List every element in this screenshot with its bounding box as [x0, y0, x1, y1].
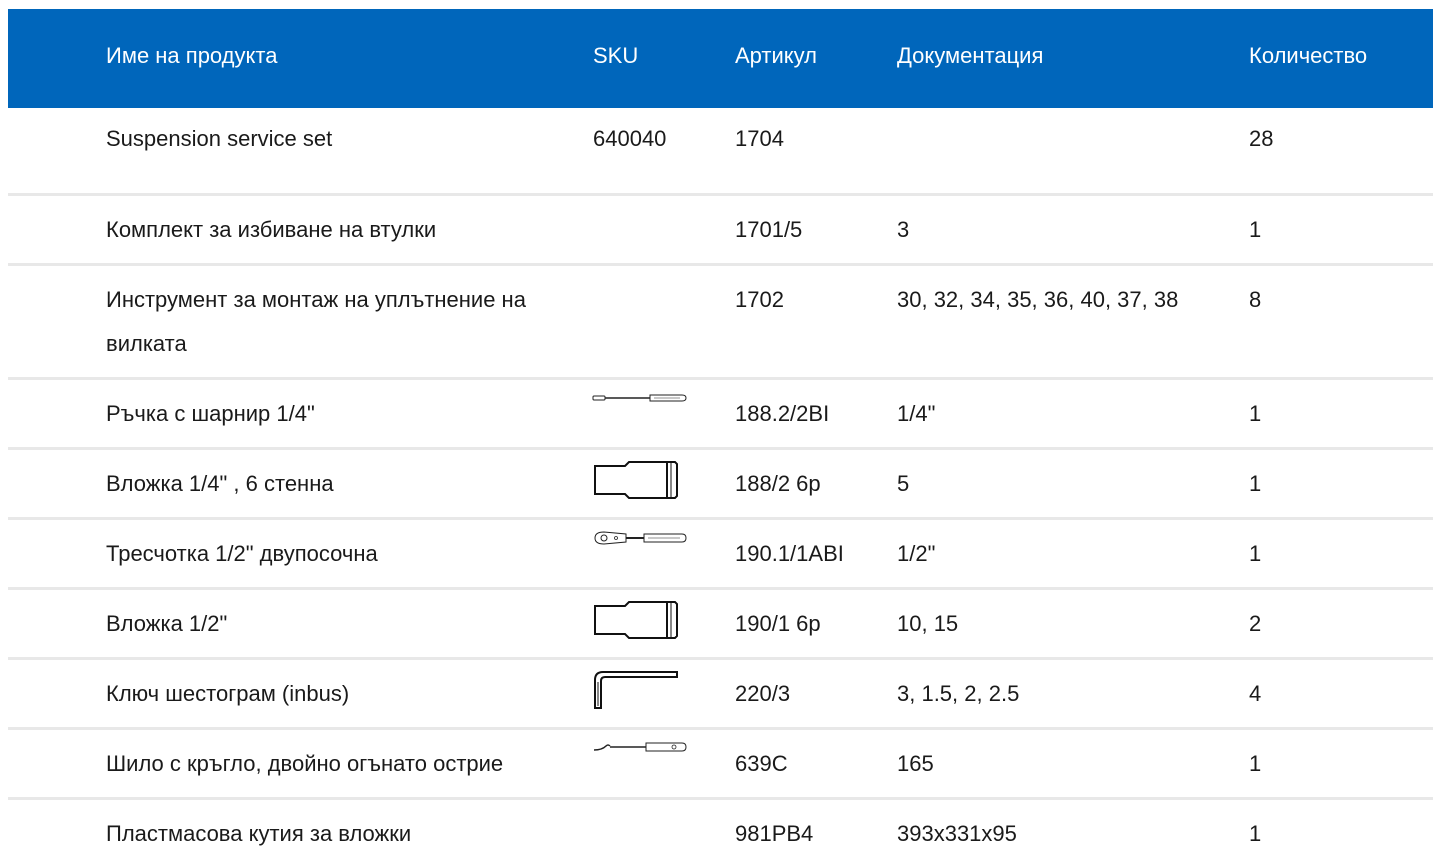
- product-article: 188/2 6p: [735, 471, 821, 496]
- header-sku: SKU: [593, 43, 639, 68]
- product-article: 1702: [735, 287, 784, 312]
- product-sku: 640040: [593, 126, 667, 151]
- product-name[interactable]: Вложка 1/2": [106, 602, 227, 646]
- product-qty: 1: [1249, 401, 1262, 426]
- product-name[interactable]: Ръчка с шарнир 1/4": [106, 392, 315, 436]
- table-row: Вложка 1/2" 190/1 6p 10, 15 2: [8, 590, 1433, 660]
- product-article: 188.2/2BI: [735, 401, 830, 426]
- product-qty: 8: [1249, 287, 1262, 312]
- product-docs: 393x331x95: [897, 821, 1017, 846]
- product-article: 639C: [735, 751, 788, 776]
- header-documentation: Документация: [897, 43, 1044, 68]
- header-product-name: Име на продукта: [106, 43, 278, 68]
- header-article: Артикул: [735, 43, 818, 68]
- product-docs: 1/2": [897, 541, 936, 566]
- socket-icon: [593, 460, 679, 500]
- table-row: Ключ шестограм (inbus) 220/3 3, 1.5, 2, …: [8, 660, 1433, 730]
- product-article: 1704: [735, 126, 784, 151]
- awl-icon: [592, 740, 688, 756]
- product-qty: 4: [1249, 681, 1262, 706]
- table-row: Тресчотка 1/2" двупосочна 190.1/1ABI 1/2…: [8, 520, 1433, 590]
- product-name[interactable]: Комплект за избиване на втулки: [106, 208, 436, 252]
- product-qty: 1: [1249, 471, 1262, 496]
- product-docs: 5: [897, 471, 910, 496]
- product-article: 190.1/1ABI: [735, 541, 844, 566]
- ratchet-icon: [592, 530, 688, 546]
- product-article: 220/3: [735, 681, 791, 706]
- hex-key-icon: [593, 670, 679, 710]
- product-name[interactable]: Инструмент за монтаж на уплътнение на ви…: [106, 278, 546, 366]
- product-qty: 1: [1249, 751, 1262, 776]
- product-name[interactable]: Вложка 1/4" , 6 стенна: [106, 462, 334, 506]
- product-qty: 1: [1249, 821, 1262, 846]
- table-row: Вложка 1/4" , 6 стенна 188/2 6p 5 1: [8, 450, 1433, 520]
- product-qty: 28: [1249, 126, 1274, 151]
- product-docs: 165: [897, 751, 934, 776]
- product-name[interactable]: Ключ шестограм (inbus): [106, 672, 349, 716]
- header-quantity: Количество: [1249, 43, 1368, 68]
- product-docs: 1/4": [897, 401, 936, 426]
- product-article: 190/1 6p: [735, 611, 821, 636]
- table-row: Suspension service set 640040 1704 28: [8, 108, 1433, 196]
- product-name[interactable]: Тресчотка 1/2" двупосочна: [106, 532, 378, 576]
- table-row: Инструмент за монтаж на уплътнение на ви…: [8, 266, 1433, 380]
- product-qty: 1: [1249, 541, 1262, 566]
- table-row: Ръчка с шарнир 1/4" 188.2/2BI 1/4" 1: [8, 380, 1433, 450]
- product-docs: 10, 15: [897, 611, 959, 636]
- socket-icon: [593, 600, 679, 640]
- product-table: Име на продукта SKU Артикул Документация…: [8, 9, 1433, 867]
- hinge-handle-icon: [592, 392, 688, 404]
- product-qty: 1: [1249, 217, 1262, 242]
- product-name[interactable]: Пластмасова кутия за вложки: [106, 812, 411, 856]
- product-docs: 3, 1.5, 2, 2.5: [897, 681, 1020, 706]
- table-row: Шило с кръгло, двойно огънато острие 639…: [8, 730, 1433, 800]
- product-docs: 3: [897, 217, 910, 242]
- table-row: Пластмасова кутия за вложки 981PB4 393x3…: [8, 800, 1433, 867]
- product-article: 981PB4: [735, 821, 814, 846]
- product-name[interactable]: Suspension service set: [106, 117, 332, 161]
- product-name[interactable]: Шило с кръгло, двойно огънато острие: [106, 742, 503, 786]
- table-row: Комплект за избиване на втулки 1701/5 3 …: [8, 196, 1433, 266]
- table-header: Име на продукта SKU Артикул Документация…: [8, 9, 1433, 108]
- product-article: 1701/5: [735, 217, 803, 242]
- product-docs: 30, 32, 34, 35, 36, 40, 37, 38: [897, 287, 1179, 312]
- product-qty: 2: [1249, 611, 1262, 636]
